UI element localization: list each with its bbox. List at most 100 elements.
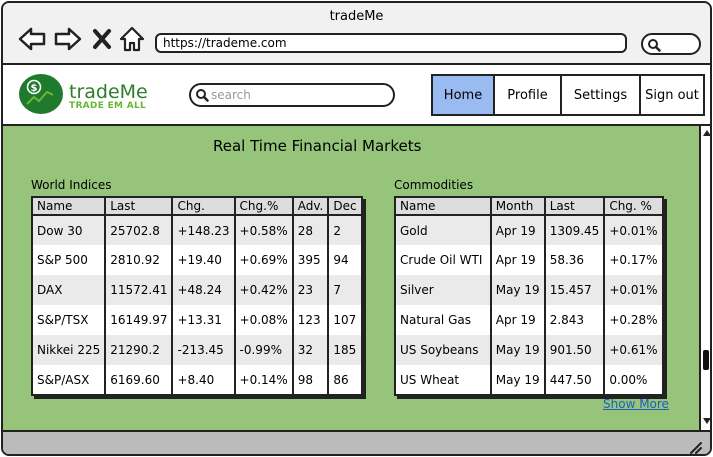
table-cell: Silver (395, 275, 491, 305)
resize-grip-icon[interactable] (688, 440, 702, 454)
main-content: Real Time Financial Markets World Indice… (3, 126, 699, 430)
column-header[interactable]: Name (32, 197, 106, 216)
table-cell: Apr 19 (489, 305, 545, 335)
table-cell: Nikkei 225 (32, 335, 106, 365)
column-header[interactable]: Month (489, 197, 545, 216)
browser-search-button[interactable] (641, 33, 701, 55)
table-row[interactable]: Gold Apr 19 1309.45 +0.01% (395, 215, 663, 245)
table-cell: Crude Oil WTI (400, 253, 483, 267)
table-cell: US Wheat (400, 372, 460, 387)
table-cell: 2.843 (543, 305, 605, 335)
svg-text:$: $ (31, 83, 38, 94)
table-cell: +0.61% (603, 335, 663, 365)
scroll-up-icon[interactable] (703, 130, 710, 136)
table-cell: +148.23 (171, 215, 235, 245)
table-row[interactable]: Natural Gas Apr 19 2.843 +0.28% (395, 305, 663, 335)
column-header[interactable]: Dec (327, 197, 362, 216)
table-header-row: Name Month Last Chg. % (395, 197, 663, 216)
table-cell: +19.40 (171, 245, 235, 275)
table-cell: 185 (327, 335, 362, 365)
scrollbar-thumb[interactable] (703, 350, 709, 370)
table-cell: Gold (395, 215, 491, 245)
column-header[interactable]: Chg. % (603, 197, 663, 216)
world-indices-label: World Indices (31, 178, 112, 192)
table-row[interactable]: US Wheat May 19 447.50 0.00% (395, 365, 663, 395)
table-cell: 2810.92 (104, 245, 173, 275)
table-cell: 15.457 (543, 275, 605, 305)
table-cell: +0.01% (603, 275, 663, 305)
table-row[interactable]: S&P/ASX 6169.60 +8.40 +0.14% 98 86 (32, 365, 362, 395)
table-cell: May 19 (489, 335, 545, 365)
column-header[interactable]: Chg. (171, 197, 235, 216)
table-row[interactable]: Dow 30 25702.8 +148.23 +0.58% 28 2 (32, 215, 362, 245)
url-bar[interactable]: https://trademe.com (155, 33, 627, 53)
brand-name: tradeMe (69, 81, 148, 103)
column-header[interactable]: Adv. (291, 197, 329, 216)
table-row[interactable]: S&P 500 2810.92 +19.40 +0.69% 395 94 (32, 245, 362, 275)
home-icon[interactable] (119, 25, 145, 53)
site-search[interactable] (189, 83, 395, 107)
table-cell: +0.01% (603, 215, 663, 245)
table-cell: -213.45 (171, 335, 235, 365)
nav-profile[interactable]: Profile (493, 74, 562, 116)
close-icon[interactable] (91, 25, 113, 53)
table-cell: +0.08% (233, 305, 293, 335)
nav-home[interactable]: Home (431, 74, 495, 116)
table-cell: 58.36 (543, 245, 605, 275)
table-cell: Apr 19 (489, 245, 545, 275)
table-row[interactable]: DAX 11572.41 +48.24 +0.42% 23 7 (32, 275, 362, 305)
search-icon (648, 39, 661, 52)
search-icon (196, 89, 209, 102)
table-cell: S&P 500 (37, 253, 88, 267)
table-row[interactable]: US Soybeans May 19 901.50 +0.61% (395, 335, 663, 365)
table-cell: Apr 19 (489, 215, 545, 245)
table-cell: S&P/TSX (37, 313, 89, 327)
table-cell: 28 (291, 215, 329, 245)
site-header: $ tradeMe TRADE EM ALL Home Profile Sett… (3, 63, 710, 126)
table-cell: +13.31 (171, 305, 235, 335)
table-cell: 16149.97 (104, 305, 173, 335)
table-cell: 395 (291, 245, 329, 275)
show-more-link[interactable]: Show More (603, 397, 669, 411)
table-cell: 86 (327, 365, 362, 395)
table-cell: 98 (291, 365, 329, 395)
brand-tagline: TRADE EM ALL (69, 101, 147, 111)
table-cell: 0.00% (603, 365, 663, 395)
table-cell: +0.42% (233, 275, 293, 305)
nav-signout[interactable]: Sign out (639, 74, 705, 116)
browser-titlebar: tradeMe https://trademe.com (3, 3, 710, 63)
window-title: tradeMe (329, 9, 384, 24)
table-row[interactable]: Silver May 19 15.457 +0.01% (395, 275, 663, 305)
status-bar (3, 430, 710, 454)
page-title: Real Time Financial Markets (213, 137, 422, 155)
table-cell: 11572.41 (104, 275, 173, 305)
table-cell: Dow 30 (32, 215, 106, 245)
back-arrow-icon[interactable] (17, 25, 47, 53)
table-cell: Natural Gas (400, 313, 471, 327)
table-cell: 25702.8 (104, 215, 173, 245)
scroll-down-icon[interactable] (703, 418, 710, 424)
table-row[interactable]: Nikkei 225 21290.2 -213.45 -0.99% 32 185 (32, 335, 362, 365)
commodities-table: Name Month Last Chg. % Gold Apr 19 1309.… (394, 196, 664, 396)
column-header[interactable]: Name (395, 197, 491, 216)
table-cell: 94 (327, 245, 362, 275)
table-row[interactable]: S&P/TSX 16149.97 +13.31 +0.08% 123 107 (32, 305, 362, 335)
browser-window: tradeMe https://trademe.com $ tradeMe TR… (1, 1, 712, 456)
table-cell: +8.40 (171, 365, 235, 395)
search-input[interactable] (211, 87, 387, 103)
forward-arrow-icon[interactable] (53, 25, 83, 53)
table-cell: May 19 (489, 365, 545, 395)
nav-settings[interactable]: Settings (560, 74, 641, 116)
table-cell: 1309.45 (543, 215, 605, 245)
table-cell: 32 (291, 335, 329, 365)
table-cell: 21290.2 (104, 335, 173, 365)
table-row[interactable]: Crude Oil WTI Apr 19 58.36 +0.17% (395, 245, 663, 275)
column-header[interactable]: Chg.% (233, 197, 293, 216)
column-header[interactable]: Last (104, 197, 173, 216)
table-cell: +0.28% (603, 305, 663, 335)
logo-icon: $ (19, 74, 63, 114)
column-header[interactable]: Last (543, 197, 605, 216)
vertical-scrollbar[interactable] (699, 126, 710, 430)
table-cell: 901.50 (543, 335, 605, 365)
table-cell: +0.69% (233, 245, 293, 275)
